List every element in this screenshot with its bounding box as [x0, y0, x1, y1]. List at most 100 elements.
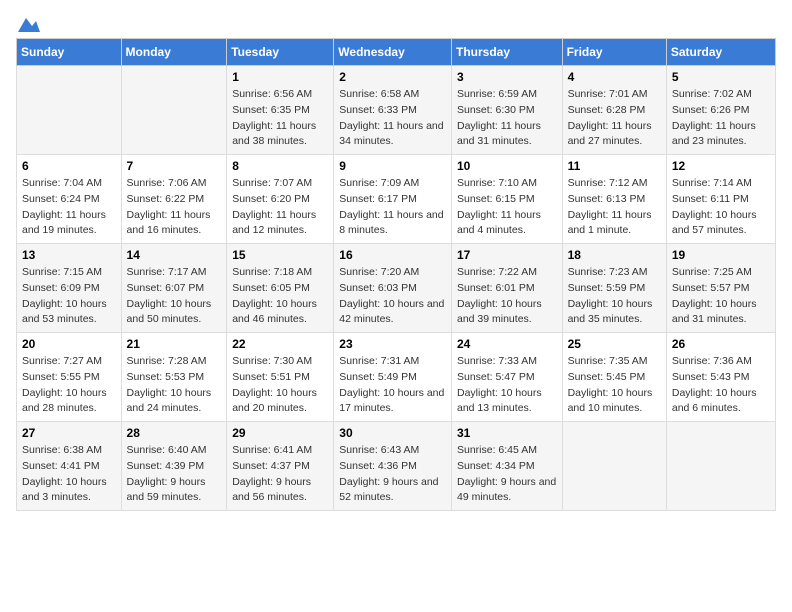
calendar-day-cell: 4Sunrise: 7:01 AMSunset: 6:28 PMDaylight…	[562, 66, 666, 155]
day-info-text: Sunset: 6:24 PM	[22, 192, 116, 208]
day-number: 31	[457, 426, 557, 440]
day-info-text: Sunset: 5:53 PM	[127, 370, 222, 386]
day-info-text: Daylight: 10 hours and 20 minutes.	[232, 386, 328, 418]
calendar-week-row: 1Sunrise: 6:56 AMSunset: 6:35 PMDaylight…	[17, 66, 776, 155]
day-info-text: Sunrise: 7:10 AM	[457, 176, 557, 192]
calendar-day-cell: 31Sunrise: 6:45 AMSunset: 4:34 PMDayligh…	[451, 422, 562, 511]
day-number: 10	[457, 159, 557, 173]
day-info-text: Sunset: 6:33 PM	[339, 103, 446, 119]
day-info-text: Daylight: 10 hours and 31 minutes.	[672, 297, 770, 329]
day-number: 26	[672, 337, 770, 351]
day-info-text: Sunrise: 6:38 AM	[22, 443, 116, 459]
day-info-text: Sunset: 6:15 PM	[457, 192, 557, 208]
day-info-text: Sunset: 6:30 PM	[457, 103, 557, 119]
day-info-text: Sunset: 6:05 PM	[232, 281, 328, 297]
calendar-day-cell	[17, 66, 122, 155]
calendar-day-cell: 17Sunrise: 7:22 AMSunset: 6:01 PMDayligh…	[451, 244, 562, 333]
day-info-text: Daylight: 10 hours and 17 minutes.	[339, 386, 446, 418]
day-info-text: Daylight: 9 hours and 49 minutes.	[457, 475, 557, 507]
day-number: 7	[127, 159, 222, 173]
day-info-text: Sunrise: 7:18 AM	[232, 265, 328, 281]
day-number: 9	[339, 159, 446, 173]
calendar-day-cell: 13Sunrise: 7:15 AMSunset: 6:09 PMDayligh…	[17, 244, 122, 333]
day-info-text: Sunrise: 7:31 AM	[339, 354, 446, 370]
calendar-day-cell: 5Sunrise: 7:02 AMSunset: 6:26 PMDaylight…	[666, 66, 775, 155]
calendar-day-cell: 25Sunrise: 7:35 AMSunset: 5:45 PMDayligh…	[562, 333, 666, 422]
day-info-text: Daylight: 11 hours and 34 minutes.	[339, 119, 446, 151]
day-info-text: Daylight: 11 hours and 27 minutes.	[568, 119, 661, 151]
day-info-text: Daylight: 10 hours and 50 minutes.	[127, 297, 222, 329]
day-number: 25	[568, 337, 661, 351]
calendar-day-cell: 11Sunrise: 7:12 AMSunset: 6:13 PMDayligh…	[562, 155, 666, 244]
day-of-week-header: Thursday	[451, 39, 562, 66]
day-info-text: Sunset: 6:01 PM	[457, 281, 557, 297]
day-info-text: Sunset: 5:59 PM	[568, 281, 661, 297]
day-info-text: Sunset: 4:41 PM	[22, 459, 116, 475]
day-number: 2	[339, 70, 446, 84]
day-info-text: Sunset: 6:20 PM	[232, 192, 328, 208]
day-info-text: Sunrise: 7:25 AM	[672, 265, 770, 281]
day-info-text: Sunrise: 6:43 AM	[339, 443, 446, 459]
day-info-text: Sunset: 6:35 PM	[232, 103, 328, 119]
day-info-text: Sunset: 5:45 PM	[568, 370, 661, 386]
day-info-text: Sunrise: 6:58 AM	[339, 87, 446, 103]
day-number: 29	[232, 426, 328, 440]
day-info-text: Daylight: 10 hours and 3 minutes.	[22, 475, 116, 507]
day-info-text: Daylight: 10 hours and 28 minutes.	[22, 386, 116, 418]
day-number: 17	[457, 248, 557, 262]
logo	[16, 16, 40, 28]
day-number: 16	[339, 248, 446, 262]
day-number: 23	[339, 337, 446, 351]
day-info-text: Daylight: 10 hours and 24 minutes.	[127, 386, 222, 418]
day-info-text: Sunset: 6:22 PM	[127, 192, 222, 208]
day-info-text: Daylight: 10 hours and 10 minutes.	[568, 386, 661, 418]
day-info-text: Sunrise: 6:45 AM	[457, 443, 557, 459]
day-info-text: Sunset: 4:37 PM	[232, 459, 328, 475]
day-of-week-header: Wednesday	[334, 39, 452, 66]
day-info-text: Daylight: 11 hours and 8 minutes.	[339, 208, 446, 240]
day-info-text: Daylight: 10 hours and 53 minutes.	[22, 297, 116, 329]
calendar-day-cell: 19Sunrise: 7:25 AMSunset: 5:57 PMDayligh…	[666, 244, 775, 333]
calendar-header-row: SundayMondayTuesdayWednesdayThursdayFrid…	[17, 39, 776, 66]
day-info-text: Sunset: 6:28 PM	[568, 103, 661, 119]
day-info-text: Daylight: 9 hours and 52 minutes.	[339, 475, 446, 507]
day-info-text: Sunset: 6:26 PM	[672, 103, 770, 119]
day-number: 22	[232, 337, 328, 351]
day-info-text: Daylight: 11 hours and 38 minutes.	[232, 119, 328, 151]
day-number: 28	[127, 426, 222, 440]
day-info-text: Daylight: 11 hours and 4 minutes.	[457, 208, 557, 240]
day-number: 12	[672, 159, 770, 173]
page-header	[16, 16, 776, 28]
day-info-text: Daylight: 10 hours and 35 minutes.	[568, 297, 661, 329]
calendar-day-cell: 27Sunrise: 6:38 AMSunset: 4:41 PMDayligh…	[17, 422, 122, 511]
day-number: 3	[457, 70, 557, 84]
day-info-text: Sunset: 6:13 PM	[568, 192, 661, 208]
day-info-text: Daylight: 10 hours and 6 minutes.	[672, 386, 770, 418]
calendar-day-cell	[666, 422, 775, 511]
day-info-text: Daylight: 10 hours and 57 minutes.	[672, 208, 770, 240]
day-number: 24	[457, 337, 557, 351]
calendar-day-cell: 3Sunrise: 6:59 AMSunset: 6:30 PMDaylight…	[451, 66, 562, 155]
calendar-week-row: 13Sunrise: 7:15 AMSunset: 6:09 PMDayligh…	[17, 244, 776, 333]
calendar-day-cell: 14Sunrise: 7:17 AMSunset: 6:07 PMDayligh…	[121, 244, 227, 333]
calendar-day-cell: 7Sunrise: 7:06 AMSunset: 6:22 PMDaylight…	[121, 155, 227, 244]
day-info-text: Sunset: 6:17 PM	[339, 192, 446, 208]
day-info-text: Sunrise: 7:14 AM	[672, 176, 770, 192]
calendar-day-cell: 20Sunrise: 7:27 AMSunset: 5:55 PMDayligh…	[17, 333, 122, 422]
day-number: 14	[127, 248, 222, 262]
day-info-text: Sunrise: 7:17 AM	[127, 265, 222, 281]
day-info-text: Sunrise: 7:01 AM	[568, 87, 661, 103]
day-info-text: Sunset: 5:51 PM	[232, 370, 328, 386]
calendar-week-row: 6Sunrise: 7:04 AMSunset: 6:24 PMDaylight…	[17, 155, 776, 244]
day-info-text: Sunrise: 7:28 AM	[127, 354, 222, 370]
day-info-text: Sunrise: 7:06 AM	[127, 176, 222, 192]
day-of-week-header: Monday	[121, 39, 227, 66]
day-info-text: Sunrise: 6:40 AM	[127, 443, 222, 459]
calendar-day-cell: 10 Sunrise: 7:10 AMSunset: 6:15 PMDayligh…	[451, 155, 562, 244]
logo-icon	[18, 14, 40, 34]
day-info-text: Sunrise: 6:59 AM	[457, 87, 557, 103]
day-info-text: Sunrise: 7:02 AM	[672, 87, 770, 103]
day-number: 30	[339, 426, 446, 440]
day-info-text: Sunset: 5:43 PM	[672, 370, 770, 386]
day-info-text: Sunset: 5:55 PM	[22, 370, 116, 386]
